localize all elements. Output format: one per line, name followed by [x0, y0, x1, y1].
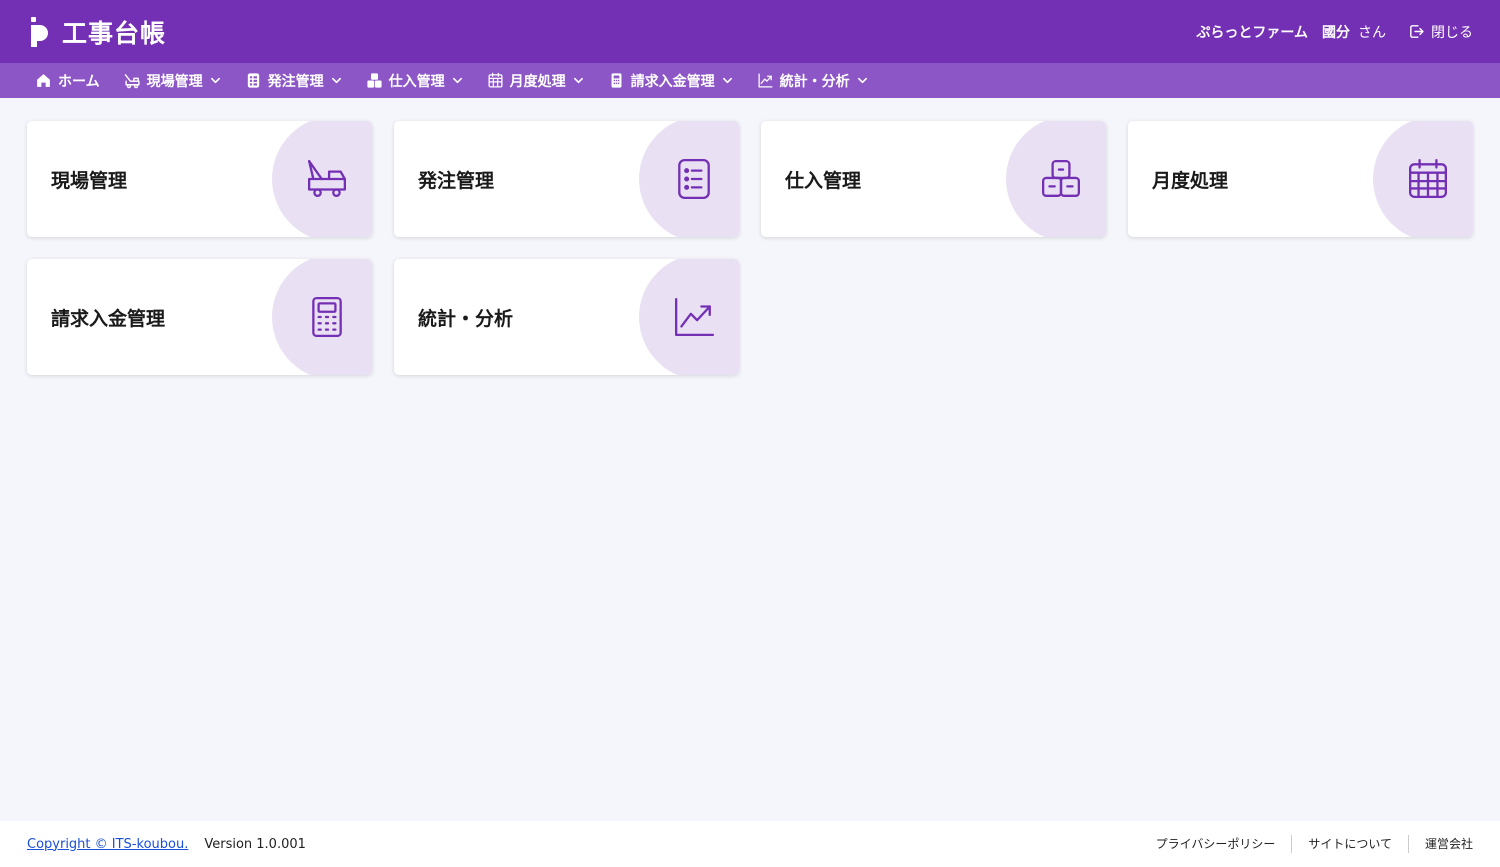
nav-item-label: ホーム — [58, 73, 100, 90]
company-link[interactable]: 運営会社 — [1407, 835, 1473, 853]
calendar-icon — [1408, 158, 1448, 199]
p-logo-icon — [31, 16, 48, 47]
nav-item-site[interactable]: 現場管理 — [124, 71, 221, 91]
calendar-icon — [488, 72, 503, 88]
copyright-link[interactable]: Copyright © ITS-koubou. — [27, 837, 188, 852]
order-icon — [247, 73, 259, 88]
card-label: 仕入管理 — [785, 169, 862, 192]
card-label: 請求入金管理 — [51, 307, 166, 330]
chevron-down-icon — [210, 77, 220, 84]
site-icon — [124, 74, 140, 89]
chart-icon — [758, 73, 773, 88]
top-header: 工事台帳 ぷらっとファーム 國分 さん 閉じる — [0, 0, 1500, 63]
nav-item-purchase[interactable]: 仕入管理 — [366, 71, 463, 91]
chevron-down-icon — [573, 77, 583, 84]
order-list-icon — [678, 158, 710, 200]
version-label: Version 1.0.001 — [204, 836, 306, 852]
user-honorific: さん — [1358, 24, 1386, 41]
nav-item-stats[interactable]: 統計・分析 — [757, 71, 868, 91]
nav-item-billing[interactable]: 請求入金管理 — [608, 71, 733, 91]
footer-left: Copyright © ITS-koubou. Version 1.0.001 — [27, 837, 306, 852]
nav-item-home[interactable]: ホーム — [35, 71, 100, 91]
nav-item-label: 統計・分析 — [779, 73, 850, 90]
calculator-icon — [312, 296, 342, 338]
main-nav: ホーム 現場管理 発注管理 仕入管理 月度処理 請求入金管理 統計・分析 — [0, 63, 1500, 98]
logout-icon — [1410, 25, 1424, 38]
chevron-down-icon — [857, 77, 867, 84]
app-title: 工事台帳 — [62, 18, 167, 48]
company-name: ぷらっとファーム — [1196, 24, 1308, 41]
close-button[interactable]: 閉じる — [1408, 22, 1473, 42]
card-label: 発注管理 — [418, 169, 495, 192]
home-icon — [37, 74, 50, 87]
close-label: 閉じる — [1431, 24, 1473, 41]
chevron-down-icon — [722, 77, 732, 84]
about-site-link[interactable]: サイトについて — [1291, 835, 1408, 853]
boxes-icon — [1041, 159, 1081, 197]
nav-item-label: 月度処理 — [509, 73, 566, 90]
card-site[interactable]: 現場管理 — [27, 121, 372, 237]
user-area: ぷらっとファーム 國分 さん 閉じる — [1196, 22, 1473, 42]
nav-item-label: 仕入管理 — [388, 73, 445, 90]
footer: Copyright © ITS-koubou. Version 1.0.001 … — [0, 821, 1500, 867]
boxes-icon — [367, 73, 382, 88]
card-billing[interactable]: 請求入金管理 — [27, 259, 372, 375]
nav-item-label: 発注管理 — [267, 73, 324, 90]
card-monthly[interactable]: 月度処理 — [1128, 121, 1473, 237]
card-stats[interactable]: 統計・分析 — [394, 259, 739, 375]
user-name: 國分 — [1322, 24, 1350, 41]
nav-item-order[interactable]: 発注管理 — [245, 71, 342, 91]
chevron-down-icon — [452, 77, 462, 84]
brand[interactable]: 工事台帳 — [30, 14, 166, 50]
calculator-icon — [611, 73, 622, 88]
card-label: 統計・分析 — [418, 307, 514, 330]
card-order[interactable]: 発注管理 — [394, 121, 739, 237]
nav-item-monthly[interactable]: 月度処理 — [487, 71, 584, 91]
footer-links: プライバシーポリシー サイトについて 運営会社 — [1140, 835, 1473, 853]
site-icon — [307, 159, 347, 197]
chart-icon — [674, 297, 715, 337]
nav-item-label: 現場管理 — [146, 73, 203, 90]
privacy-policy-link[interactable]: プライバシーポリシー — [1140, 835, 1292, 853]
card-purchase[interactable]: 仕入管理 — [761, 121, 1106, 237]
nav-item-label: 請求入金管理 — [630, 73, 715, 90]
card-label: 現場管理 — [51, 169, 128, 192]
card-label: 月度処理 — [1152, 169, 1229, 192]
chevron-down-icon — [331, 77, 341, 84]
